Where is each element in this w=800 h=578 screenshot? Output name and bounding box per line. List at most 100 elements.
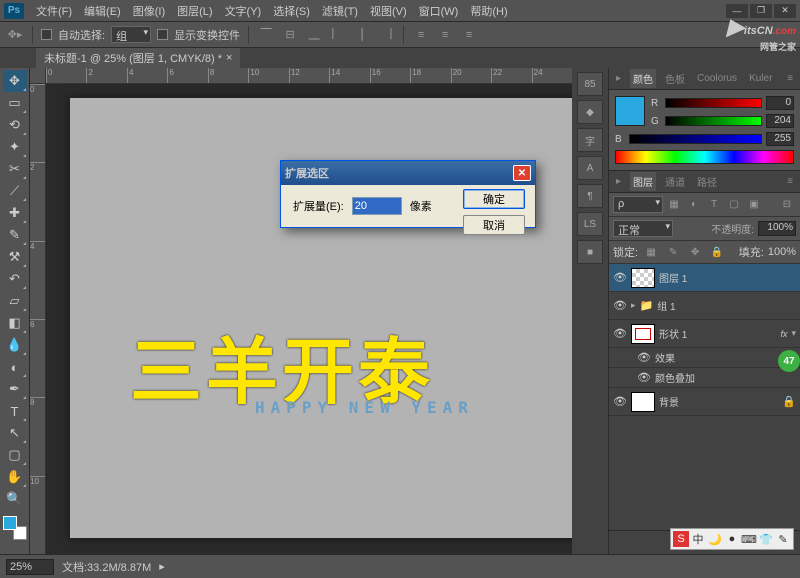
tray-icon[interactable]: 👕 — [758, 531, 774, 547]
tab-layers[interactable]: 图层 — [630, 172, 656, 191]
close-tab-icon[interactable]: × — [226, 52, 232, 64]
dock-btn-4[interactable]: A — [577, 156, 603, 180]
ruler-horizontal[interactable]: 024681012141618202224 — [46, 68, 572, 84]
window-restore[interactable]: ❐ — [750, 4, 772, 18]
move-tool-icon[interactable]: ✥▸ — [6, 26, 24, 44]
opacity-value[interactable]: 100% — [758, 221, 796, 236]
align-bottom-icon[interactable]: ⎽ — [305, 26, 323, 44]
gradient-tool[interactable]: ◧ — [3, 312, 27, 334]
ruler-origin[interactable] — [30, 68, 46, 84]
autoselect-dropdown[interactable]: 组 — [111, 26, 151, 43]
filter-shape-icon[interactable]: ▢ — [725, 196, 743, 212]
zoom-tool[interactable]: 🔍 — [3, 488, 27, 510]
color-swatches[interactable] — [3, 516, 27, 540]
document-tab[interactable]: 未标题-1 @ 25% (图层 1, CMYK/8) *× — [36, 48, 240, 68]
expand-icon[interactable]: ▸ — [613, 174, 624, 189]
b-value[interactable]: 255 — [766, 132, 794, 146]
info-arrow-icon[interactable]: ▸ — [159, 560, 165, 573]
menu-layer[interactable]: 图层(L) — [171, 0, 218, 22]
tray-icon[interactable]: ⌨ — [741, 531, 757, 547]
lock-paint-icon[interactable]: ✎ — [664, 244, 682, 260]
menu-image[interactable]: 图像(I) — [127, 0, 171, 22]
tray-icon[interactable]: 🌙 — [707, 531, 723, 547]
history-brush-tool[interactable]: ↶ — [3, 268, 27, 290]
dodge-tool[interactable]: ◐ — [3, 356, 27, 378]
filter-toggle[interactable]: ⊟ — [778, 196, 796, 212]
autoselect-checkbox[interactable] — [41, 29, 52, 40]
layer-effect-row[interactable]: 👁 颜色叠加 — [609, 368, 800, 388]
visibility-icon[interactable]: 👁 — [613, 299, 627, 312]
layer-row[interactable]: 👁 图层 1 — [609, 264, 800, 292]
dock-btn-2[interactable]: ◆ — [577, 100, 603, 124]
spectrum-bar[interactable] — [615, 150, 794, 164]
visibility-icon[interactable]: 👁 — [613, 395, 627, 408]
dock-btn-6[interactable]: LS — [577, 212, 603, 236]
lock-all-icon[interactable]: 🔒 — [708, 244, 726, 260]
expand-by-input[interactable] — [352, 197, 402, 215]
type-tool[interactable]: T — [3, 400, 27, 422]
pen-tool[interactable]: ✒ — [3, 378, 27, 400]
tab-color[interactable]: 颜色 — [630, 69, 656, 88]
zoom-field[interactable]: 25% — [6, 559, 54, 575]
tab-coolorus[interactable]: Coolorus — [694, 71, 740, 86]
align-left-icon[interactable]: ⎸ — [329, 26, 347, 44]
dialog-close-button[interactable]: ✕ — [513, 165, 531, 181]
tray-icon[interactable]: 中 — [690, 531, 706, 547]
color-picker-swatch[interactable] — [615, 96, 645, 126]
tab-swatch[interactable]: 色板 — [662, 69, 688, 88]
path-tool[interactable]: ↖ — [3, 422, 27, 444]
layer-row[interactable]: 👁 ▸ 📁 组 1 — [609, 292, 800, 320]
lock-move-icon[interactable]: ✥ — [686, 244, 704, 260]
g-slider[interactable] — [665, 116, 762, 126]
dialog-titlebar[interactable]: 扩展选区 ✕ — [281, 161, 535, 185]
panel-menu-icon[interactable]: ≡ — [784, 174, 796, 189]
layer-row[interactable]: 👁 背景 🔒 — [609, 388, 800, 416]
move-tool[interactable]: ✥ — [3, 70, 27, 92]
menu-filter[interactable]: 滤镜(T) — [316, 0, 364, 22]
blend-mode-dropdown[interactable]: 正常 — [613, 220, 673, 237]
align-right-icon[interactable]: ⎹ — [377, 26, 395, 44]
stamp-tool[interactable]: ⚒ — [3, 246, 27, 268]
tab-channels[interactable]: 通道 — [662, 172, 688, 191]
visibility-icon[interactable]: 👁 — [613, 271, 627, 284]
filter-smart-icon[interactable]: ▣ — [745, 196, 763, 212]
layer-thumb[interactable] — [631, 392, 655, 412]
layer-filter-kind[interactable]: ρ — [613, 196, 663, 213]
heal-tool[interactable]: ✚ — [3, 202, 27, 224]
menu-window[interactable]: 窗口(W) — [413, 0, 465, 22]
tray-icon[interactable]: ● — [724, 531, 740, 547]
dock-btn-7[interactable]: ■ — [577, 240, 603, 264]
ruler-vertical[interactable]: 0246810 — [30, 84, 46, 554]
align-hcenter-icon[interactable]: ⎮ — [353, 26, 371, 44]
distribute-icon[interactable]: ≡ — [412, 26, 430, 44]
expand-icon[interactable]: ▸ — [613, 71, 624, 86]
tab-kuler[interactable]: Kuler — [746, 71, 775, 86]
group-arrow-icon[interactable]: ▸ — [631, 300, 636, 311]
hand-tool[interactable]: ✋ — [3, 466, 27, 488]
crop-tool[interactable]: ✂ — [3, 158, 27, 180]
g-value[interactable]: 204 — [766, 114, 794, 128]
brush-tool[interactable]: ✎ — [3, 224, 27, 246]
panel-menu-icon[interactable]: ≡ — [784, 71, 796, 86]
layer-thumb[interactable] — [631, 268, 655, 288]
menu-view[interactable]: 视图(V) — [364, 0, 413, 22]
transform-checkbox[interactable] — [157, 29, 168, 40]
menu-help[interactable]: 帮助(H) — [464, 0, 513, 22]
filter-pixel-icon[interactable]: ▦ — [665, 196, 683, 212]
layer-row[interactable]: 👁 形状 1 fx ▾ — [609, 320, 800, 348]
align-vcenter-icon[interactable]: ⊟ — [281, 26, 299, 44]
window-close[interactable]: ✕ — [774, 4, 796, 18]
align-top-icon[interactable]: ⎺ — [257, 26, 275, 44]
lock-trans-icon[interactable]: ▦ — [642, 244, 660, 260]
eraser-tool[interactable]: ▱ — [3, 290, 27, 312]
menu-type[interactable]: 文字(Y) — [219, 0, 268, 22]
r-value[interactable]: 0 — [766, 96, 794, 110]
marquee-tool[interactable]: ▭ — [3, 92, 27, 114]
visibility-icon[interactable]: 👁 — [613, 327, 627, 340]
notification-badge[interactable]: 47 — [778, 350, 800, 372]
visibility-icon[interactable]: 👁 — [637, 351, 651, 364]
dock-btn-3[interactable]: 字 — [577, 128, 603, 152]
fill-value[interactable]: 100% — [768, 246, 796, 258]
visibility-icon[interactable]: 👁 — [637, 371, 651, 384]
cancel-button[interactable]: 取消 — [463, 215, 525, 235]
